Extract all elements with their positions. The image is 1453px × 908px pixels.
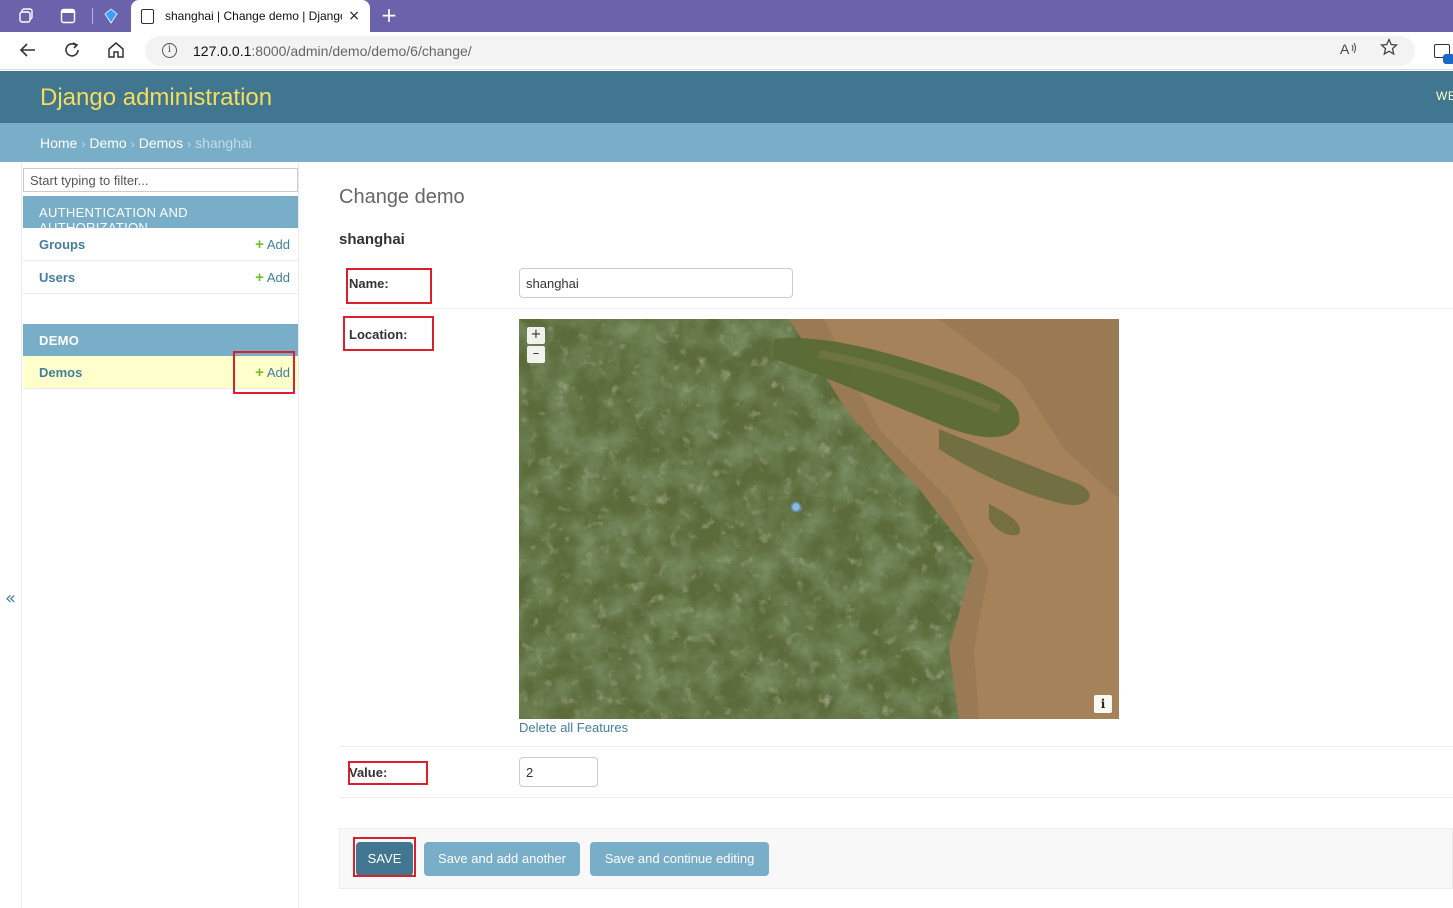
back-icon[interactable] [17, 41, 39, 63]
tab-title: shanghai | Change demo | Django [165, 9, 343, 23]
breadcrumb: Home › Demo › Demos › shanghai [0, 123, 1453, 162]
breadcrumb-model[interactable]: Demos [139, 135, 183, 151]
highlight-box-add-demo [233, 351, 295, 394]
model-link-demos[interactable]: Demos [39, 365, 82, 380]
new-tab-icon[interactable]: + [378, 4, 400, 26]
page-title: Change demo [339, 186, 465, 208]
delete-all-features-link[interactable]: Delete all Features [519, 720, 628, 735]
module-caption-auth[interactable]: AUTHENTICATION AND AUTHORIZATION [23, 196, 298, 235]
form-row-name: Name: [339, 258, 1453, 309]
active-tab[interactable]: shanghai | Change demo | Django × [131, 0, 370, 32]
breadcrumb-current: shanghai [195, 135, 252, 151]
user-tools: WE [1436, 89, 1453, 103]
submit-row: SAVE Save and add another Save and conti… [339, 828, 1453, 889]
site-branding[interactable]: Django administration [40, 84, 272, 112]
save-add-another-button[interactable]: Save and add another [424, 842, 580, 876]
url-field[interactable]: i 127.0.0.1:8000/admin/demo/demo/6/chang… [145, 36, 1415, 66]
refresh-icon[interactable] [61, 41, 83, 63]
location-map[interactable]: + – i [519, 319, 1119, 719]
breadcrumb-separator: › [130, 137, 135, 151]
form-row-value: Value: [339, 747, 1453, 798]
add-icon: + [255, 236, 264, 253]
save-continue-button[interactable]: Save and continue editing [590, 842, 769, 876]
url-text[interactable]: 127.0.0.1:8000/admin/demo/demo/6/change/ [193, 43, 472, 59]
close-icon[interactable]: × [348, 8, 360, 24]
workspaces-icon[interactable] [16, 6, 36, 26]
name-input[interactable] [519, 268, 793, 298]
highlight-box-value [348, 761, 428, 785]
zoom-in-button[interactable]: + [527, 327, 545, 344]
collections-badge [1443, 54, 1453, 64]
breadcrumb-separator: › [81, 137, 86, 151]
main-content: Change demo shanghai Name: Location: [339, 162, 1453, 908]
zoom-out-button[interactable]: – [527, 346, 545, 363]
value-input[interactable] [519, 757, 598, 787]
page-icon [141, 8, 154, 24]
add-icon: + [255, 269, 264, 286]
add-label: Add [266, 237, 290, 252]
location-point-marker [790, 501, 802, 513]
nav-filter-input[interactable] [23, 168, 298, 192]
svg-text:A: A [1340, 41, 1350, 57]
attribution-button[interactable]: i [1094, 695, 1112, 713]
url-host: 127.0.0.1 [193, 43, 252, 59]
highlight-box-name [346, 268, 432, 304]
sidebar-item-groups: Groups + Add [23, 228, 298, 261]
read-aloud-icon[interactable]: A [1340, 41, 1358, 61]
breadcrumb-app[interactable]: Demo [89, 135, 126, 151]
add-groups-link[interactable]: + Add [255, 236, 290, 253]
favorite-star-icon[interactable] [1379, 37, 1399, 61]
browser-tab-bar: shanghai | Change demo | Django × + [0, 0, 1453, 32]
breadcrumb-home[interactable]: Home [40, 135, 77, 151]
nav-sidebar: AUTHENTICATION AND AUTHORIZATION Groups … [22, 162, 299, 908]
tab-actions-icon[interactable] [58, 6, 78, 26]
home-icon[interactable] [105, 41, 127, 63]
collapse-icon[interactable]: « [5, 588, 16, 609]
model-link-users[interactable]: Users [39, 270, 75, 285]
url-path: :8000/admin/demo/demo/6/change/ [251, 43, 472, 59]
sidebar-item-users: Users + Add [23, 261, 298, 294]
highlight-box-save [353, 837, 416, 877]
address-bar: i 127.0.0.1:8000/admin/demo/demo/6/chang… [0, 32, 1453, 70]
object-title: shanghai [339, 231, 405, 248]
add-users-link[interactable]: + Add [255, 269, 290, 286]
satellite-imagery [519, 319, 1119, 719]
info-icon[interactable]: i [162, 43, 177, 58]
copilot-icon[interactable] [101, 6, 121, 26]
admin-header: Django administration WE [0, 71, 1453, 123]
model-link-groups[interactable]: Groups [39, 237, 85, 252]
tab-separator [92, 8, 93, 24]
add-label: Add [266, 270, 290, 285]
breadcrumb-separator: › [187, 137, 192, 151]
highlight-box-location [343, 316, 434, 351]
sidebar-toggle[interactable]: « [0, 162, 22, 908]
